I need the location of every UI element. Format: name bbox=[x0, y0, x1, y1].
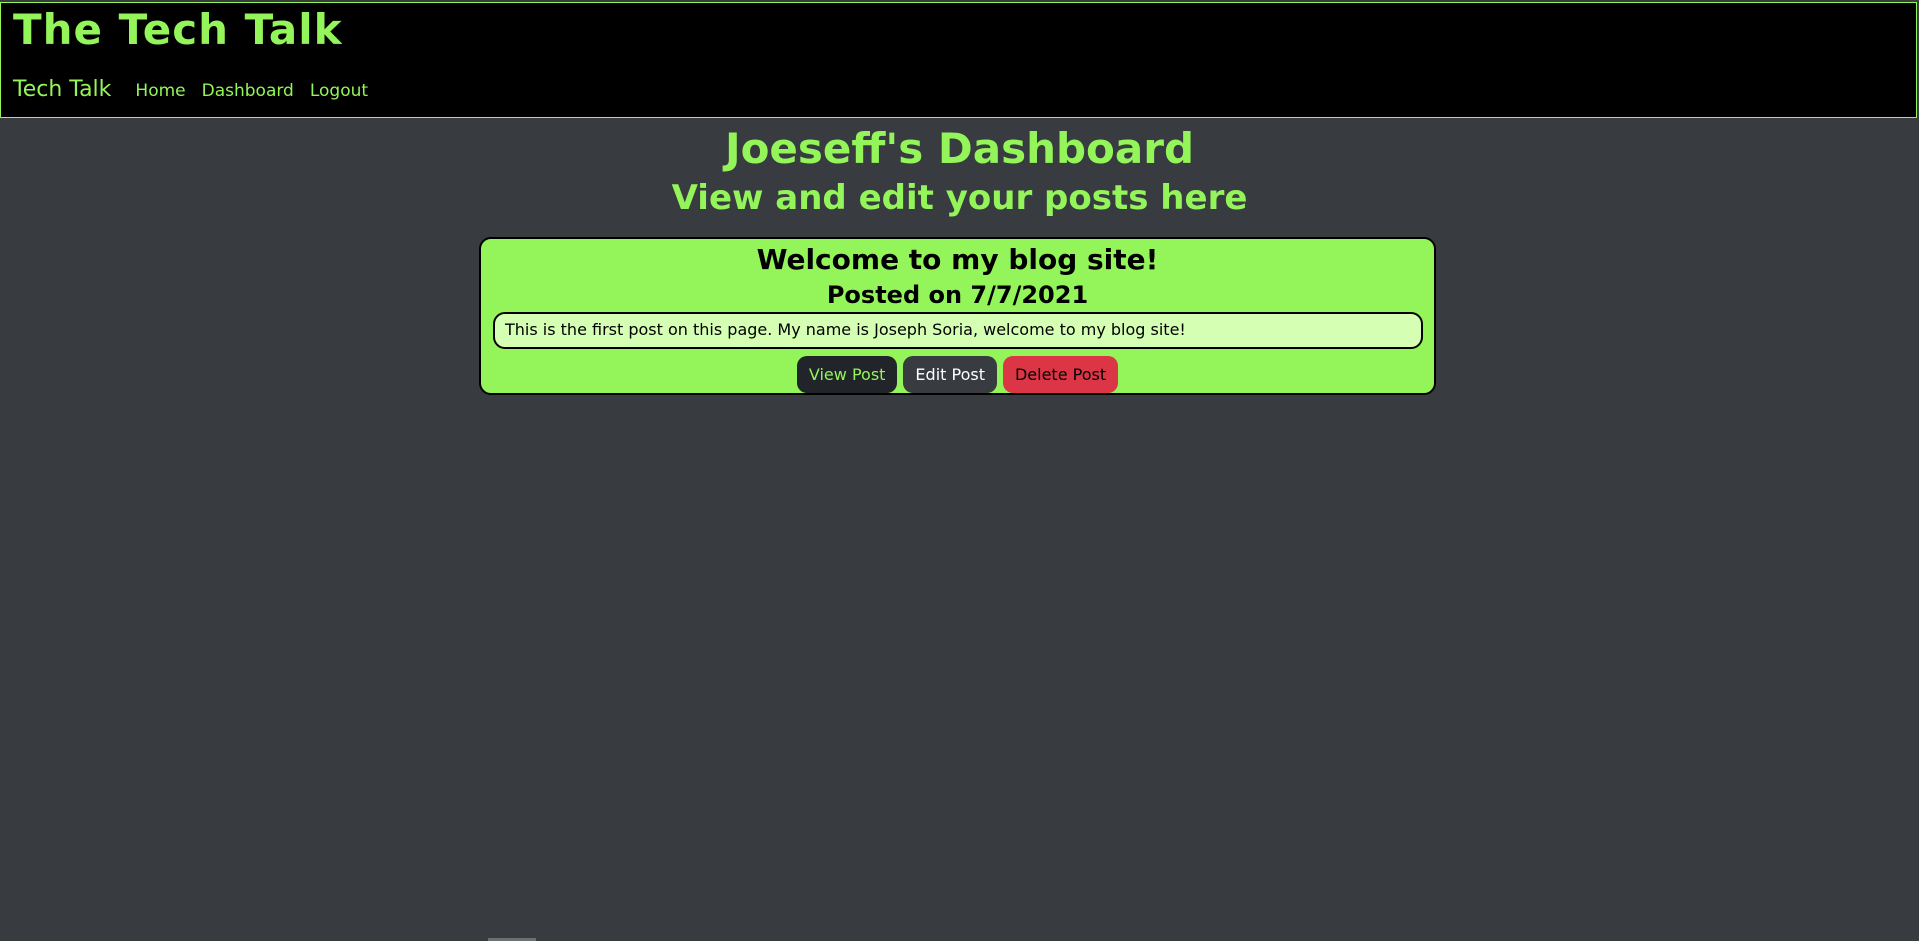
site-header: The Tech Talk Tech Talk Home Dashboard L… bbox=[0, 2, 1917, 118]
post-card: Welcome to my blog site! Posted on 7/7/2… bbox=[479, 237, 1436, 395]
nav-dashboard-link[interactable]: Dashboard bbox=[202, 81, 294, 101]
post-body: This is the first post on this page. My … bbox=[493, 312, 1423, 349]
site-title: The Tech Talk bbox=[13, 5, 343, 54]
post-title: Welcome to my blog site! bbox=[756, 243, 1159, 276]
post-actions: View Post Edit Post Delete Post bbox=[481, 356, 1434, 393]
delete-post-button[interactable]: Delete Post bbox=[1002, 356, 1119, 393]
nav-home-link[interactable]: Home bbox=[135, 81, 185, 101]
brand-link[interactable]: Tech Talk bbox=[13, 77, 111, 102]
nav-logout-link[interactable]: Logout bbox=[310, 81, 368, 101]
post-date: Posted on 7/7/2021 bbox=[826, 281, 1089, 309]
edit-post-button[interactable]: Edit Post bbox=[903, 356, 997, 393]
navbar: Tech Talk Home Dashboard Logout bbox=[13, 77, 384, 102]
page-title: Joeseff's Dashboard bbox=[724, 124, 1195, 173]
page-subtitle: View and edit your posts here bbox=[671, 178, 1248, 218]
view-post-button[interactable]: View Post bbox=[796, 356, 898, 393]
